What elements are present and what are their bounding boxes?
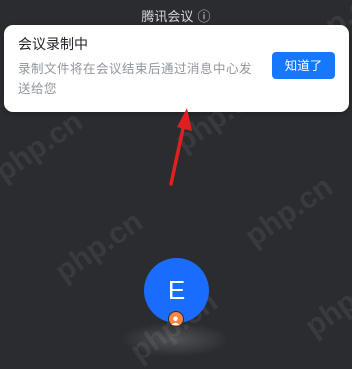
watermark: php.cn — [0, 104, 89, 189]
arrow-shaft — [169, 122, 186, 186]
watermark: php.cn — [299, 259, 352, 344]
arrow-head — [177, 108, 192, 131]
notification-title: 会议录制中 — [18, 37, 88, 53]
annotation-arrow-icon — [169, 108, 192, 186]
watermark: php.cn — [239, 169, 339, 254]
notification-message: 录制文件将在会议结束后通过消息中心发送给您 — [18, 61, 253, 96]
recording-notification: 会议录制中 录制文件将在会议结束后通过消息中心发送给您 知道了 — [4, 25, 349, 112]
bottom-glow — [120, 322, 230, 357]
got-it-button[interactable]: 知道了 — [272, 52, 335, 79]
watermark: php.cn — [49, 204, 149, 289]
